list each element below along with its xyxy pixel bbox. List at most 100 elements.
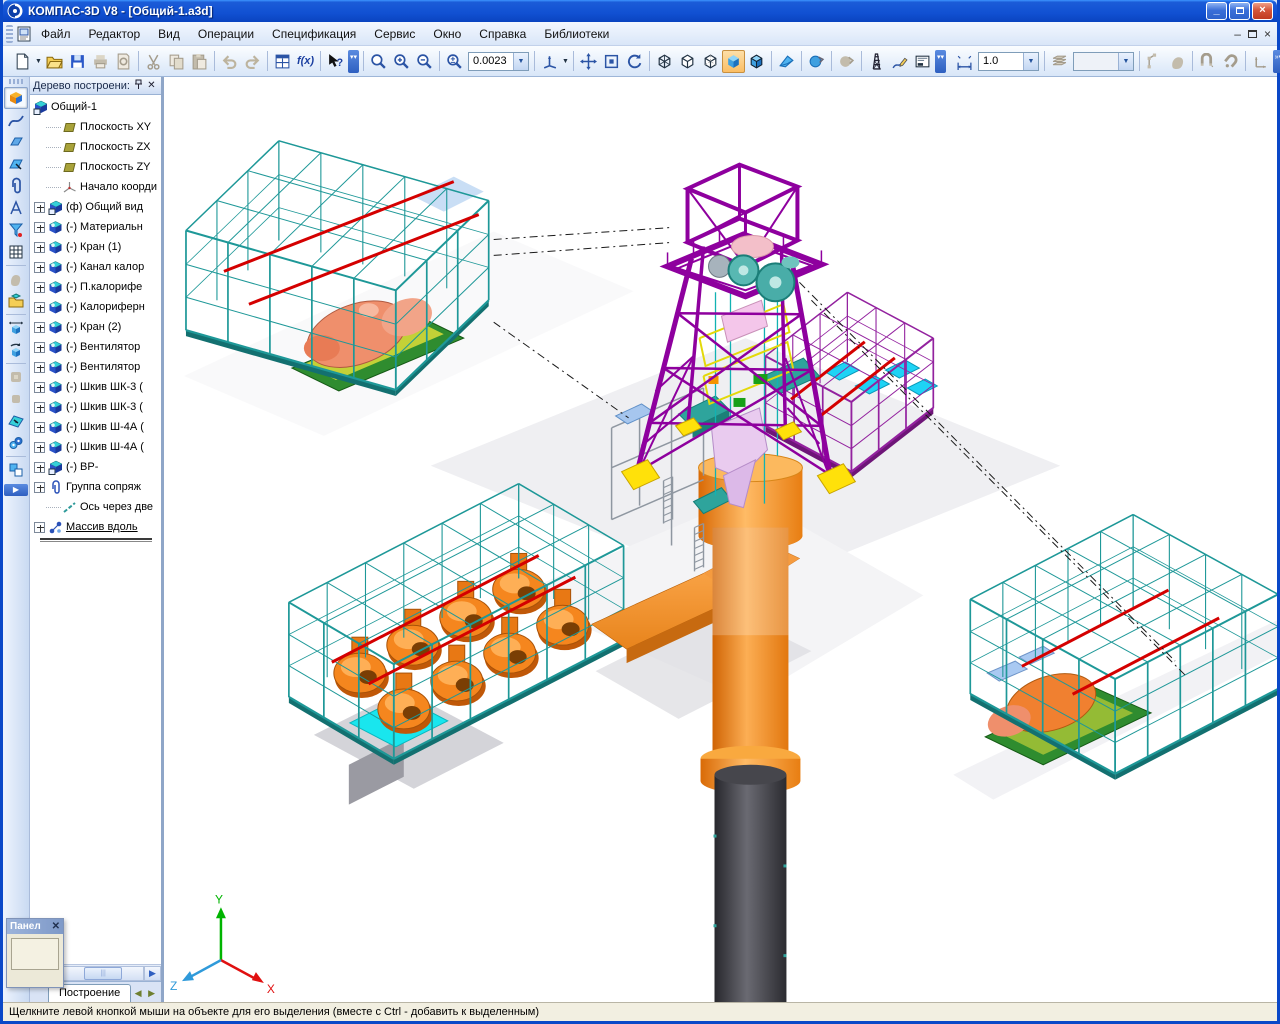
rotate-component-icon[interactable] — [4, 339, 28, 361]
scale-combo[interactable]: 0.0023▼ — [468, 52, 529, 71]
menu-file[interactable]: Файл — [32, 24, 80, 44]
tree-item-vr[interactable]: (-) ВР- — [30, 457, 161, 477]
expand-icon[interactable] — [34, 202, 45, 213]
depth-value[interactable]: 1.0 — [979, 55, 1023, 67]
context-help-button[interactable]: ? — [324, 50, 347, 73]
toolbar-overflow-2[interactable]: ▾▾ — [935, 50, 946, 73]
measure-icon[interactable] — [4, 197, 28, 219]
mini-panel-titlebar[interactable]: Панел ✕ — [7, 919, 63, 934]
zoom-by-scale-button[interactable] — [443, 50, 466, 73]
orientation-dropdown[interactable]: ▼ — [561, 51, 570, 72]
expand-icon[interactable] — [34, 422, 45, 433]
cut-button[interactable] — [142, 50, 165, 73]
menu-help[interactable]: Справка — [470, 24, 535, 44]
display-shaded-button[interactable] — [722, 50, 745, 73]
snap-1-button[interactable] — [1196, 50, 1219, 73]
solid-tool-button[interactable] — [1166, 50, 1189, 73]
rebuild-model-button[interactable] — [865, 50, 888, 73]
pin-icon[interactable] — [132, 79, 145, 93]
undo-button[interactable] — [218, 50, 241, 73]
toolbar-overflow-1[interactable]: ▾▾ — [348, 50, 359, 73]
viewport-3d[interactable]: Y X Z — [163, 77, 1277, 1002]
edit-frame-button[interactable] — [1143, 50, 1166, 73]
restore-button[interactable] — [1229, 2, 1250, 20]
hscroll-right-arrow[interactable]: ▶ — [144, 966, 161, 981]
redo-button[interactable] — [241, 50, 264, 73]
zoom-window-button[interactable] — [367, 50, 390, 73]
display-hidden-thin-button[interactable] — [699, 50, 722, 73]
display-wireframe-button[interactable] — [653, 50, 676, 73]
properties-panel-button[interactable] — [911, 50, 934, 73]
child-close-button[interactable]: × — [1264, 28, 1271, 40]
tree-close-icon[interactable]: ✕ — [145, 80, 158, 91]
expand-icon[interactable] — [34, 242, 45, 253]
move-component-icon[interactable] — [4, 317, 28, 339]
hide-in-components-button[interactable] — [835, 50, 858, 73]
tree-item-origin[interactable]: Начало коорди — [30, 177, 161, 197]
copy-button[interactable] — [165, 50, 188, 73]
tree-item-sheave-sh4a-2[interactable]: (-) Шкив Ш-4А ( — [30, 437, 161, 457]
tree-item-general-view[interactable]: (ф) Общий вид — [30, 197, 161, 217]
add-component-icon[interactable] — [4, 290, 28, 312]
display-shaded-edges-button[interactable] — [745, 50, 768, 73]
simplified-display-button[interactable] — [805, 50, 828, 73]
spline-icon[interactable] — [4, 109, 28, 131]
expand-icon[interactable] — [34, 222, 45, 233]
new-document-button[interactable] — [11, 50, 34, 73]
expand-icon[interactable] — [34, 322, 45, 333]
hscroll-track[interactable] — [58, 966, 144, 981]
expand-icon[interactable] — [34, 282, 45, 293]
paste-button[interactable] — [188, 50, 211, 73]
compact-panel-grip[interactable] — [9, 79, 23, 84]
layers-button[interactable] — [1048, 50, 1071, 73]
check-collisions-icon[interactable] — [4, 432, 28, 454]
fx-button[interactable]: f(x) — [294, 50, 317, 73]
expand-icon[interactable] — [34, 462, 45, 473]
tree-item-plane-zy[interactable]: Плоскость ZY — [30, 157, 161, 177]
compact-panel-extender[interactable]: ▶ — [4, 484, 28, 496]
print-button[interactable] — [89, 50, 112, 73]
print-preview-button[interactable] — [112, 50, 135, 73]
expand-icon[interactable] — [34, 262, 45, 273]
local-csys-button[interactable] — [1249, 50, 1272, 73]
tree-item-heater[interactable]: (-) Калориферн — [30, 297, 161, 317]
expand-icon[interactable] — [34, 302, 45, 313]
zoom-in-button[interactable] — [390, 50, 413, 73]
filter-icon[interactable] — [4, 219, 28, 241]
depth-combo-arrow[interactable]: ▼ — [1023, 53, 1038, 70]
edit-model-icon[interactable] — [4, 87, 28, 109]
rotate-view-button[interactable] — [623, 50, 646, 73]
properties-mini-panel[interactable]: Панел ✕ — [6, 918, 64, 988]
expand-icon[interactable] — [34, 382, 45, 393]
child-minimize-button[interactable]: – — [1234, 28, 1241, 40]
depth-combo[interactable]: 1.0▼ — [978, 52, 1039, 71]
tree-item-crane-1[interactable]: (-) Кран (1) — [30, 237, 161, 257]
title-bar[interactable]: КОМПАС-3D V8 - [Общий-1.a3d] _ × — [3, 0, 1277, 22]
tree-item-plane-xy[interactable]: Плоскость XY — [30, 117, 161, 137]
menu-specification[interactable]: Спецификация — [263, 24, 365, 44]
tree-item-root[interactable]: Общий-1 — [30, 97, 161, 117]
menu-service[interactable]: Сервис — [365, 24, 424, 44]
minimize-button[interactable]: _ — [1206, 2, 1227, 20]
new-document-dropdown[interactable]: ▼ — [34, 51, 43, 72]
tree-item-channel[interactable]: (-) Канал калор — [30, 257, 161, 277]
tree-item-crane-2[interactable]: (-) Кран (2) — [30, 317, 161, 337]
perspective-button[interactable] — [775, 50, 798, 73]
snap-2-button[interactable] — [1219, 50, 1242, 73]
menubar-grip[interactable] — [6, 25, 13, 43]
parameters-table-icon[interactable] — [4, 241, 28, 263]
expand-icon[interactable] — [34, 442, 45, 453]
display-hidden-removed-button[interactable] — [676, 50, 699, 73]
sketch-button[interactable] — [888, 50, 911, 73]
tree-item-array-along[interactable]: Массив вдоль — [30, 517, 161, 537]
mine-shaft-column[interactable] — [699, 454, 803, 1002]
viewport-3d-scene[interactable]: Y X Z — [164, 77, 1277, 1002]
tree-item-material[interactable]: (-) Материальн — [30, 217, 161, 237]
menu-libraries[interactable]: Библиотеки — [535, 24, 618, 44]
save-button[interactable] — [66, 50, 89, 73]
menu-editor[interactable]: Редактор — [80, 24, 150, 44]
tree-item-axis[interactable]: Ось через две — [30, 497, 161, 517]
tab-nav-arrows[interactable]: ◀ ▶ — [135, 988, 161, 1002]
close-button[interactable]: × — [1252, 2, 1273, 20]
zoom-out-button[interactable] — [413, 50, 436, 73]
